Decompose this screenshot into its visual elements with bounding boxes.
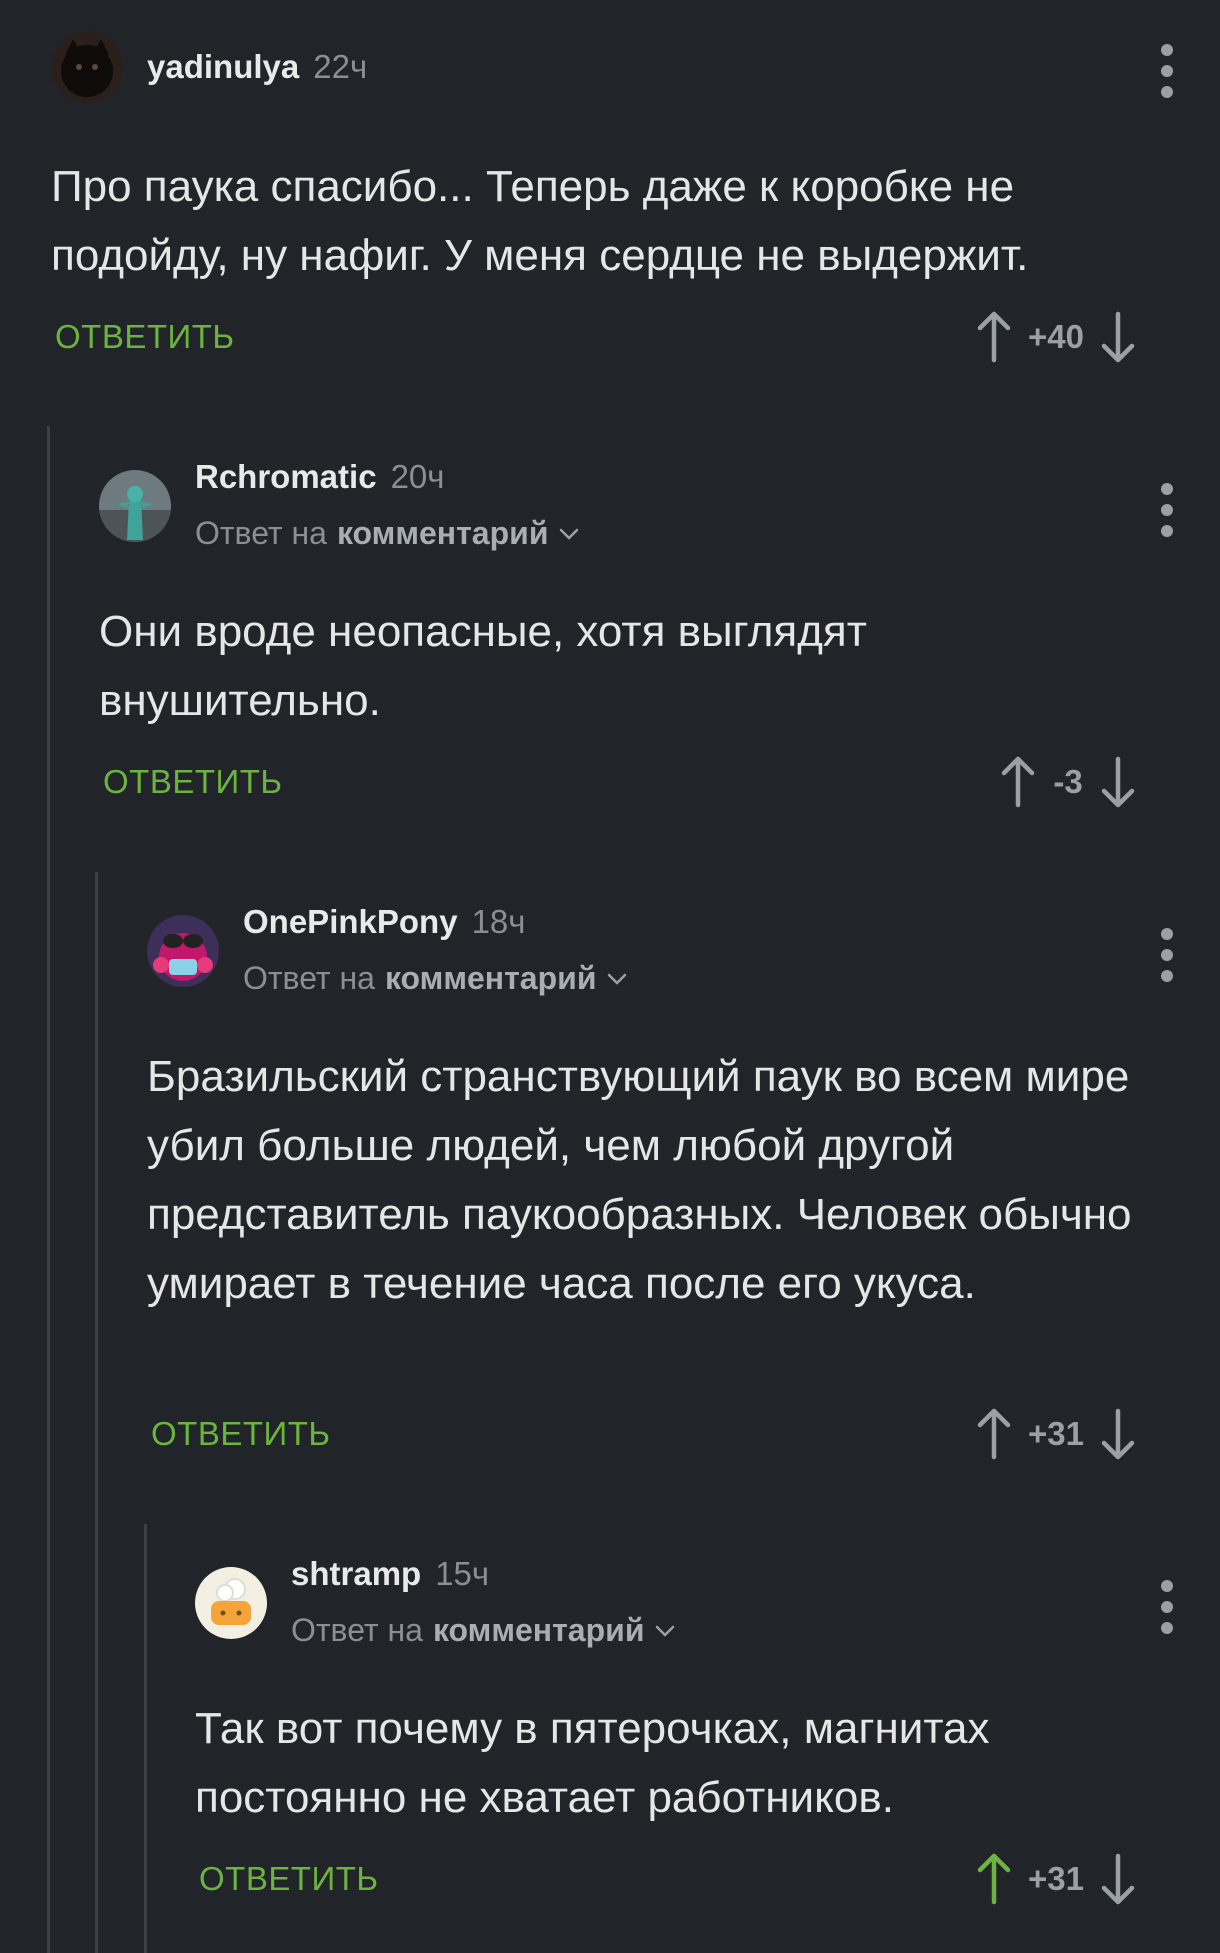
reply-to-target[interactable]: комментарий — [385, 960, 597, 997]
more-options-icon[interactable] — [1160, 928, 1174, 982]
upvote-arrow-icon[interactable] — [975, 310, 1013, 364]
reply-to-target[interactable]: комментарий — [433, 1612, 645, 1649]
more-options-icon[interactable] — [1160, 483, 1174, 537]
author-name[interactable]: Rchromatic — [195, 457, 377, 497]
timestamp: 20ч — [390, 458, 445, 495]
chevron-down-icon[interactable] — [558, 523, 580, 545]
avatar[interactable] — [195, 1567, 267, 1639]
comment-text: Бразильский странствующий паук во всем м… — [147, 1052, 1132, 1308]
more-options-icon[interactable] — [1160, 1580, 1174, 1634]
score: +31 — [1028, 1860, 1084, 1897]
comment-text: Про паука спасибо... Теперь даже к короб… — [51, 162, 1029, 280]
reply-to-target[interactable]: комментарий — [337, 515, 549, 552]
reply-button[interactable]: ОТВЕТИТЬ — [151, 1415, 331, 1453]
reply-button[interactable]: ОТВЕТИТЬ — [103, 763, 283, 801]
thread-line-level-3 — [144, 1524, 147, 1953]
reply-to-prefix: Ответ на — [195, 515, 327, 551]
avatar[interactable] — [51, 31, 123, 103]
author-name[interactable]: yadinulya — [147, 47, 299, 87]
chevron-down-icon[interactable] — [606, 968, 628, 990]
score: +40 — [1028, 318, 1084, 355]
reply-button[interactable]: ОТВЕТИТЬ — [55, 318, 235, 356]
vote-controls: -3 — [999, 755, 1137, 809]
chevron-down-icon[interactable] — [654, 1620, 676, 1642]
comment-text: Так вот почему в пятерочках, магнитах по… — [195, 1704, 990, 1822]
author-name[interactable]: OnePinkPony — [243, 902, 458, 942]
score: +31 — [1028, 1415, 1084, 1452]
downvote-arrow-icon[interactable] — [1099, 1852, 1137, 1906]
vote-controls: +31 — [975, 1407, 1137, 1461]
reply-to-prefix: Ответ на — [291, 1612, 423, 1648]
downvote-arrow-icon[interactable] — [1099, 755, 1137, 809]
vote-controls: +40 — [975, 310, 1137, 364]
avatar[interactable] — [147, 915, 219, 987]
timestamp: 18ч — [471, 903, 526, 940]
more-options-icon[interactable] — [1160, 44, 1174, 98]
score: -3 — [1053, 763, 1083, 800]
avatar[interactable] — [99, 470, 171, 542]
reply-to-link[interactable]: Ответ на комментарий — [243, 960, 628, 997]
reply-to-link[interactable]: Ответ на комментарий — [291, 1612, 676, 1649]
upvote-arrow-icon[interactable] — [999, 755, 1037, 809]
reply-to-prefix: Ответ на — [243, 960, 375, 996]
vote-controls: +31 — [975, 1852, 1137, 1906]
reply-button[interactable]: ОТВЕТИТЬ — [199, 1860, 379, 1898]
downvote-arrow-icon[interactable] — [1099, 1407, 1137, 1461]
thread-line-level-1 — [47, 426, 50, 1953]
thread-line-level-2 — [95, 872, 98, 1953]
upvote-arrow-icon[interactable] — [975, 1852, 1013, 1906]
author-name[interactable]: shtramp — [291, 1554, 421, 1594]
timestamp: 22ч — [313, 48, 368, 85]
comment-text: Они вроде неопасные, хотя выглядят внуши… — [99, 607, 867, 725]
timestamp: 15ч — [435, 1555, 490, 1592]
reply-to-link[interactable]: Ответ на комментарий — [195, 515, 580, 552]
upvote-arrow-icon[interactable] — [975, 1407, 1013, 1461]
downvote-arrow-icon[interactable] — [1099, 310, 1137, 364]
